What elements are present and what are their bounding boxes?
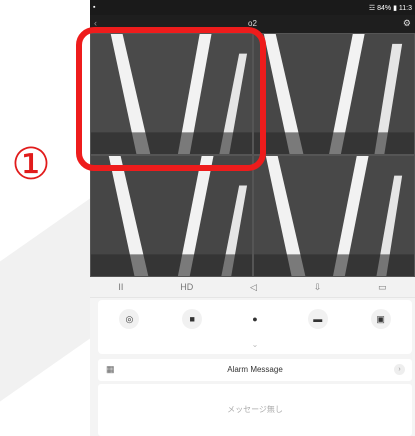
empty-message-text: メッセージ無し [227,405,283,414]
step-number-annotation: ① [11,138,51,190]
phone-screen: ▪ ☲ 84% ▮ 11:3 ‹ o2 ⚙ II HD ◁ ⇩ ▭ ◎ ■ ● … [90,0,415,436]
pause-icon[interactable]: II [118,282,123,292]
app-header: ‹ o2 ⚙ [90,15,415,33]
video-feed [254,156,414,276]
save-icon[interactable]: ⇩ [314,282,322,293]
device-title: o2 [248,19,257,28]
status-bar: ▪ ☲ 84% ▮ 11:3 [90,0,415,15]
snapshot-icon[interactable]: ■ [182,309,203,329]
status-indicators: ☲ 84% ▮ 11:3 [368,4,412,12]
video-feed [91,34,252,154]
background-shape [0,198,90,402]
chevron-down-icon[interactable]: ⌄ [98,340,412,349]
video-channel-1[interactable] [90,33,253,155]
video-channel-2[interactable] [253,33,415,155]
video-grid[interactable] [90,33,415,277]
video-feed [254,34,414,154]
video-feed [91,156,252,276]
video-channel-3[interactable] [90,155,253,277]
video-control-bar: II HD ◁ ⇩ ▭ [90,277,415,298]
hd-icon[interactable]: HD [180,282,193,292]
chevron-right-icon[interactable]: › [394,364,405,375]
alarm-message-bar[interactable]: ▦ Alarm Message › [98,359,412,381]
video-channel-4[interactable] [253,155,415,277]
speaker-icon[interactable]: ◁ [250,282,257,293]
message-list: メッセージ無し [98,384,412,436]
gear-icon[interactable]: ⚙ [403,18,411,29]
preset-icon[interactable]: ▣ [370,309,391,329]
notification-icon: ▪ [93,4,96,11]
record-icon[interactable]: ▬ [307,309,328,329]
multiscreen-icon[interactable]: ▭ [378,282,387,293]
ptz-icon[interactable]: ◎ [119,309,140,329]
microphone-icon[interactable]: ● [244,309,265,329]
alarm-message-label: Alarm Message [227,365,283,374]
action-panel: ◎ ■ ● ▬ ▣ ⌄ [98,300,412,354]
